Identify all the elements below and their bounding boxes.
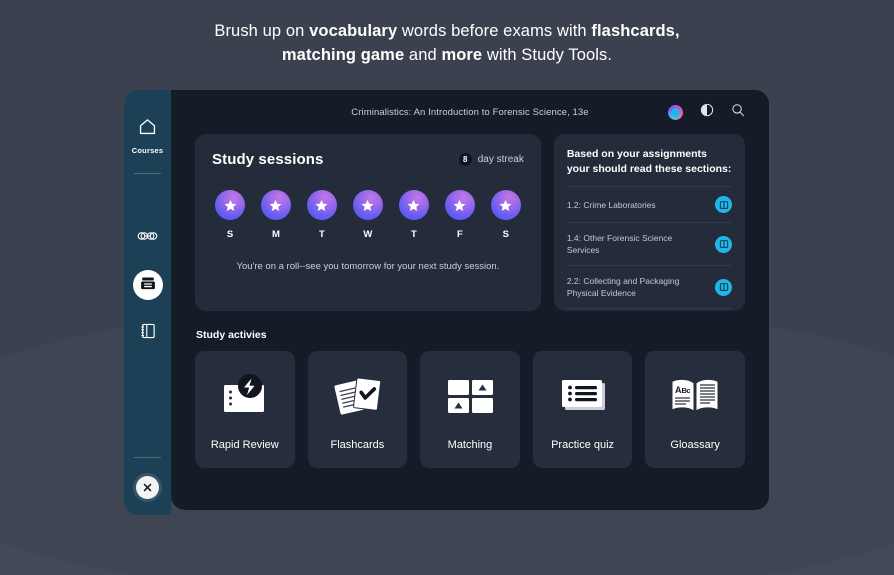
study-sessions-header: Study sessions 8 day streak bbox=[212, 151, 524, 168]
sidebar-divider-bottom bbox=[134, 457, 161, 458]
streak-label: day streak bbox=[477, 154, 524, 165]
headline-bold-matching-game: matching game bbox=[281, 46, 405, 64]
glossary-icon: A B c bbox=[666, 351, 724, 439]
day-item: S bbox=[215, 190, 245, 240]
book-icon bbox=[715, 278, 732, 296]
avatar-button[interactable] bbox=[668, 104, 683, 120]
activity-card-rapid-review[interactable]: Rapid Review bbox=[195, 351, 295, 468]
page-headline: Brush up on vocabulary words before exam… bbox=[0, 0, 894, 67]
headline-line-1: Brush up on vocabulary words before exam… bbox=[0, 19, 894, 43]
svg-text:c: c bbox=[687, 388, 691, 395]
day-star-badge[interactable] bbox=[398, 190, 429, 220]
headline-text: words before exams with bbox=[397, 22, 592, 40]
app-window: Courses Criminalistics: An Introduction … bbox=[124, 90, 769, 515]
headline-text: with Study Tools. bbox=[482, 46, 613, 64]
day-label: F bbox=[456, 229, 463, 240]
sidebar-item-notebook[interactable] bbox=[139, 322, 157, 345]
day-star-badge[interactable] bbox=[306, 190, 337, 220]
recommendation-row[interactable]: 1.2: Crime Laboratories bbox=[566, 186, 732, 222]
day-label: S bbox=[502, 229, 509, 240]
study-tools-icon bbox=[140, 275, 156, 296]
day-label: T bbox=[410, 229, 417, 240]
recommendation-row[interactable]: 2.3: Maintaining the Chain of Custody bbox=[566, 308, 732, 311]
study-sessions-card: Study sessions 8 day streak S M T W T F … bbox=[195, 134, 541, 311]
day-item: T bbox=[398, 190, 429, 240]
day-label: W bbox=[363, 229, 373, 240]
book-icon bbox=[715, 235, 732, 253]
headline-line-2: matching game and more with Study Tools. bbox=[0, 43, 894, 67]
sidebar: Courses bbox=[124, 90, 171, 515]
sidebar-item-courses[interactable]: Courses bbox=[132, 118, 163, 155]
matching-icon bbox=[443, 351, 497, 439]
sidebar-bottom bbox=[124, 457, 171, 499]
activity-card-glossary[interactable]: A B c Gloassary bbox=[645, 351, 745, 468]
day-label: T bbox=[319, 229, 325, 240]
day-star-badge[interactable] bbox=[490, 190, 521, 220]
headline-text: and bbox=[404, 46, 442, 64]
app-header: Criminalistics: An Introduction to Foren… bbox=[171, 90, 769, 134]
study-activities-title: Study activies bbox=[196, 329, 267, 341]
activity-card-flashcards[interactable]: Flashcards bbox=[307, 351, 408, 468]
sidebar-item-infinity[interactable] bbox=[137, 229, 158, 248]
infinity-icon bbox=[137, 229, 158, 248]
activity-label: Matching bbox=[447, 439, 493, 451]
day-star-badge[interactable] bbox=[444, 190, 475, 220]
activity-label: Practice quiz bbox=[551, 439, 615, 451]
day-item: S bbox=[490, 190, 521, 240]
headline-bold-vocabulary: vocabulary bbox=[309, 22, 398, 40]
search-button[interactable] bbox=[731, 103, 745, 122]
study-activities-list: Rapid Review Flashcards Matching Practic… bbox=[195, 351, 745, 468]
top-row: Study sessions 8 day streak S M T W T F … bbox=[195, 134, 745, 311]
streak-count-badge: 8 bbox=[458, 153, 472, 166]
sidebar-icon-group bbox=[132, 229, 163, 345]
recommendation-label: 1.2: Crime Laboratories bbox=[566, 199, 656, 210]
day-item: T bbox=[306, 190, 337, 240]
close-button[interactable] bbox=[136, 476, 159, 499]
day-star-badge[interactable] bbox=[352, 190, 383, 220]
day-streak: 8 day streak bbox=[458, 153, 524, 166]
recommendation-row[interactable]: 2.2: Collecting and Packaging Physical E… bbox=[566, 265, 732, 308]
dark-mode-button[interactable] bbox=[700, 103, 714, 122]
notebook-icon bbox=[139, 322, 157, 345]
day-label: M bbox=[272, 229, 280, 240]
sidebar-item-study-tools[interactable] bbox=[132, 270, 163, 300]
search-icon bbox=[731, 103, 745, 122]
home-icon bbox=[138, 118, 157, 140]
day-item: W bbox=[352, 190, 383, 240]
activity-label: Rapid Review bbox=[210, 439, 279, 451]
header-icon-group bbox=[668, 103, 745, 122]
recommendation-row[interactable]: 1.4: Other Forensic Science Services bbox=[566, 222, 732, 265]
study-sessions-title: Study sessions bbox=[212, 151, 324, 168]
rapid-review-icon bbox=[218, 351, 272, 439]
headline-bold-more: more bbox=[441, 46, 483, 64]
main-content: Study sessions 8 day streak S M T W T F … bbox=[171, 134, 769, 468]
practice-quiz-icon bbox=[556, 351, 610, 439]
sidebar-divider-top bbox=[134, 173, 161, 174]
dark-mode-icon bbox=[700, 103, 714, 122]
recommendation-label: 2.2: Collecting and Packaging Physical E… bbox=[566, 276, 680, 298]
day-star-badge[interactable] bbox=[215, 190, 245, 220]
flashcards-icon bbox=[330, 351, 384, 439]
day-item: M bbox=[260, 190, 291, 240]
activity-label: Gloassary bbox=[670, 439, 720, 451]
study-sessions-message: You're on a roll--see you tomorrow for y… bbox=[236, 261, 500, 272]
day-item: F bbox=[444, 190, 475, 240]
close-icon bbox=[143, 479, 152, 497]
day-star-badge[interactable] bbox=[260, 190, 291, 220]
avatar-icon bbox=[668, 104, 683, 120]
book-icon bbox=[715, 196, 732, 213]
recommendations-card: Based on your assignments your should re… bbox=[553, 134, 745, 311]
headline-text: Brush up on bbox=[214, 22, 310, 40]
main-panel: Criminalistics: An Introduction to Foren… bbox=[171, 90, 769, 510]
recommendations-title: Based on your assignments your should re… bbox=[566, 148, 732, 175]
activity-card-practice-quiz[interactable]: Practice quiz bbox=[532, 351, 633, 468]
sidebar-item-label: Courses bbox=[131, 146, 164, 155]
headline-bold-flashcards: flashcards, bbox=[591, 22, 680, 40]
recommendation-label: 1.4: Other Forensic Science Services bbox=[566, 233, 673, 255]
activity-card-matching[interactable]: Matching bbox=[420, 351, 520, 468]
day-label: S bbox=[226, 229, 234, 240]
day-list: S M T W T F S bbox=[212, 190, 524, 240]
activity-label: Flashcards bbox=[330, 439, 385, 451]
